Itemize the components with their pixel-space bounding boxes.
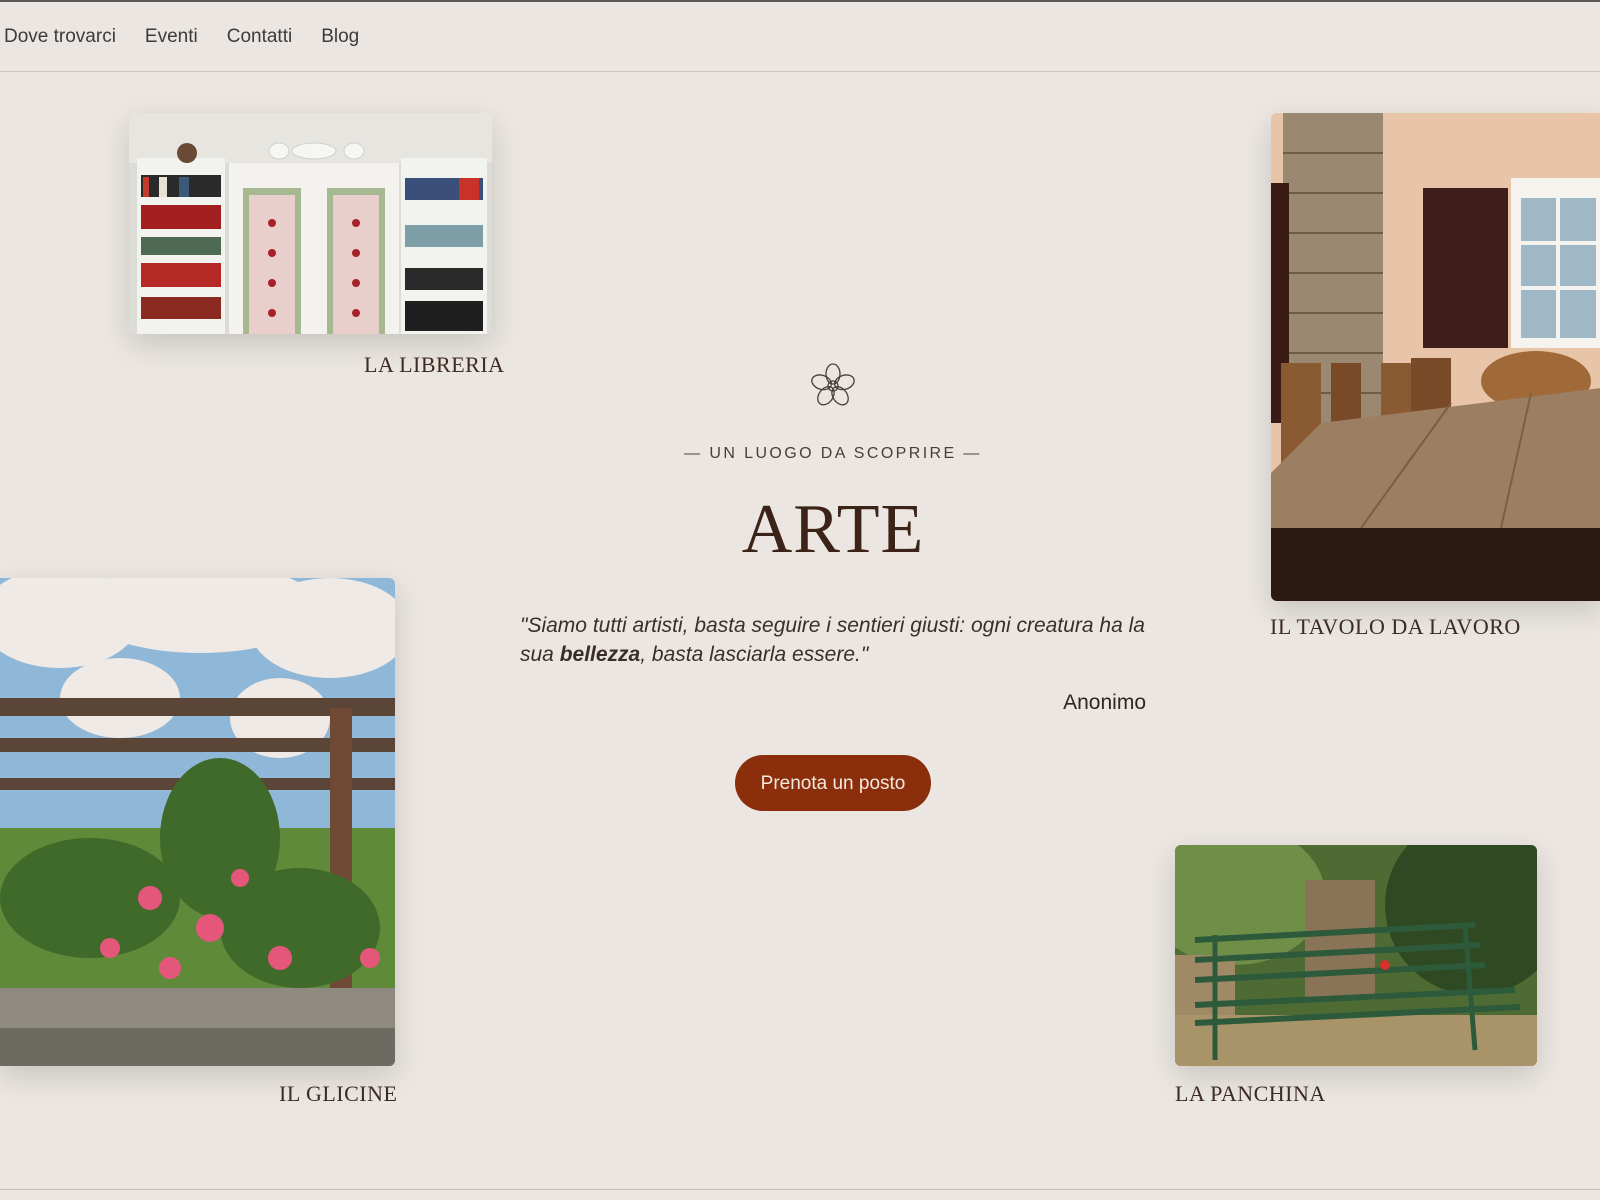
quote: "Siamo tutti artisti, basta seguire i se… <box>520 611 1146 669</box>
panchina-caption: LA PANCHINA <box>1175 1081 1326 1106</box>
page: Dove trovarci Eventi Contatti Blog LA LI… <box>0 0 1600 1200</box>
libreria-caption: LA LIBRERIA <box>364 352 505 377</box>
glicine-caption: IL GLICINE <box>279 1081 398 1106</box>
panchina-image <box>1175 845 1537 1066</box>
hero: — UN LUOGO DA SCOPRIRE — ARTE "Siamo tut… <box>500 362 1166 811</box>
top-nav: Dove trovarci Eventi Contatti Blog <box>0 2 1600 72</box>
tavolo-photo <box>1271 113 1600 601</box>
glicine-image <box>0 578 395 1066</box>
flower-icon <box>809 362 857 410</box>
libreria-image <box>129 113 492 334</box>
nav-item-dove-trovarci[interactable]: Dove trovarci <box>4 26 116 48</box>
quote-text-end: , basta lasciarla essere." <box>640 643 869 666</box>
tavolo-caption: IL TAVOLO DA LAVORO <box>1270 614 1521 639</box>
glicine-photo <box>0 578 395 1066</box>
quote-author: Anonimo <box>1063 691 1146 714</box>
nav-item-contatti[interactable]: Contatti <box>227 26 292 48</box>
eyebrow-text: — UN LUOGO DA SCOPRIRE — <box>684 445 982 462</box>
book-seat-button[interactable]: Prenota un posto <box>735 755 931 811</box>
quote-emphasis: bellezza <box>559 643 641 666</box>
panchina-photo <box>1175 845 1537 1066</box>
nav-item-blog[interactable]: Blog <box>321 26 359 48</box>
nav-item-eventi[interactable]: Eventi <box>145 26 198 48</box>
page-title: ARTE <box>741 491 925 568</box>
footer-divider <box>0 1189 1600 1190</box>
libreria-photo <box>129 113 492 334</box>
tavolo-image <box>1271 113 1600 601</box>
